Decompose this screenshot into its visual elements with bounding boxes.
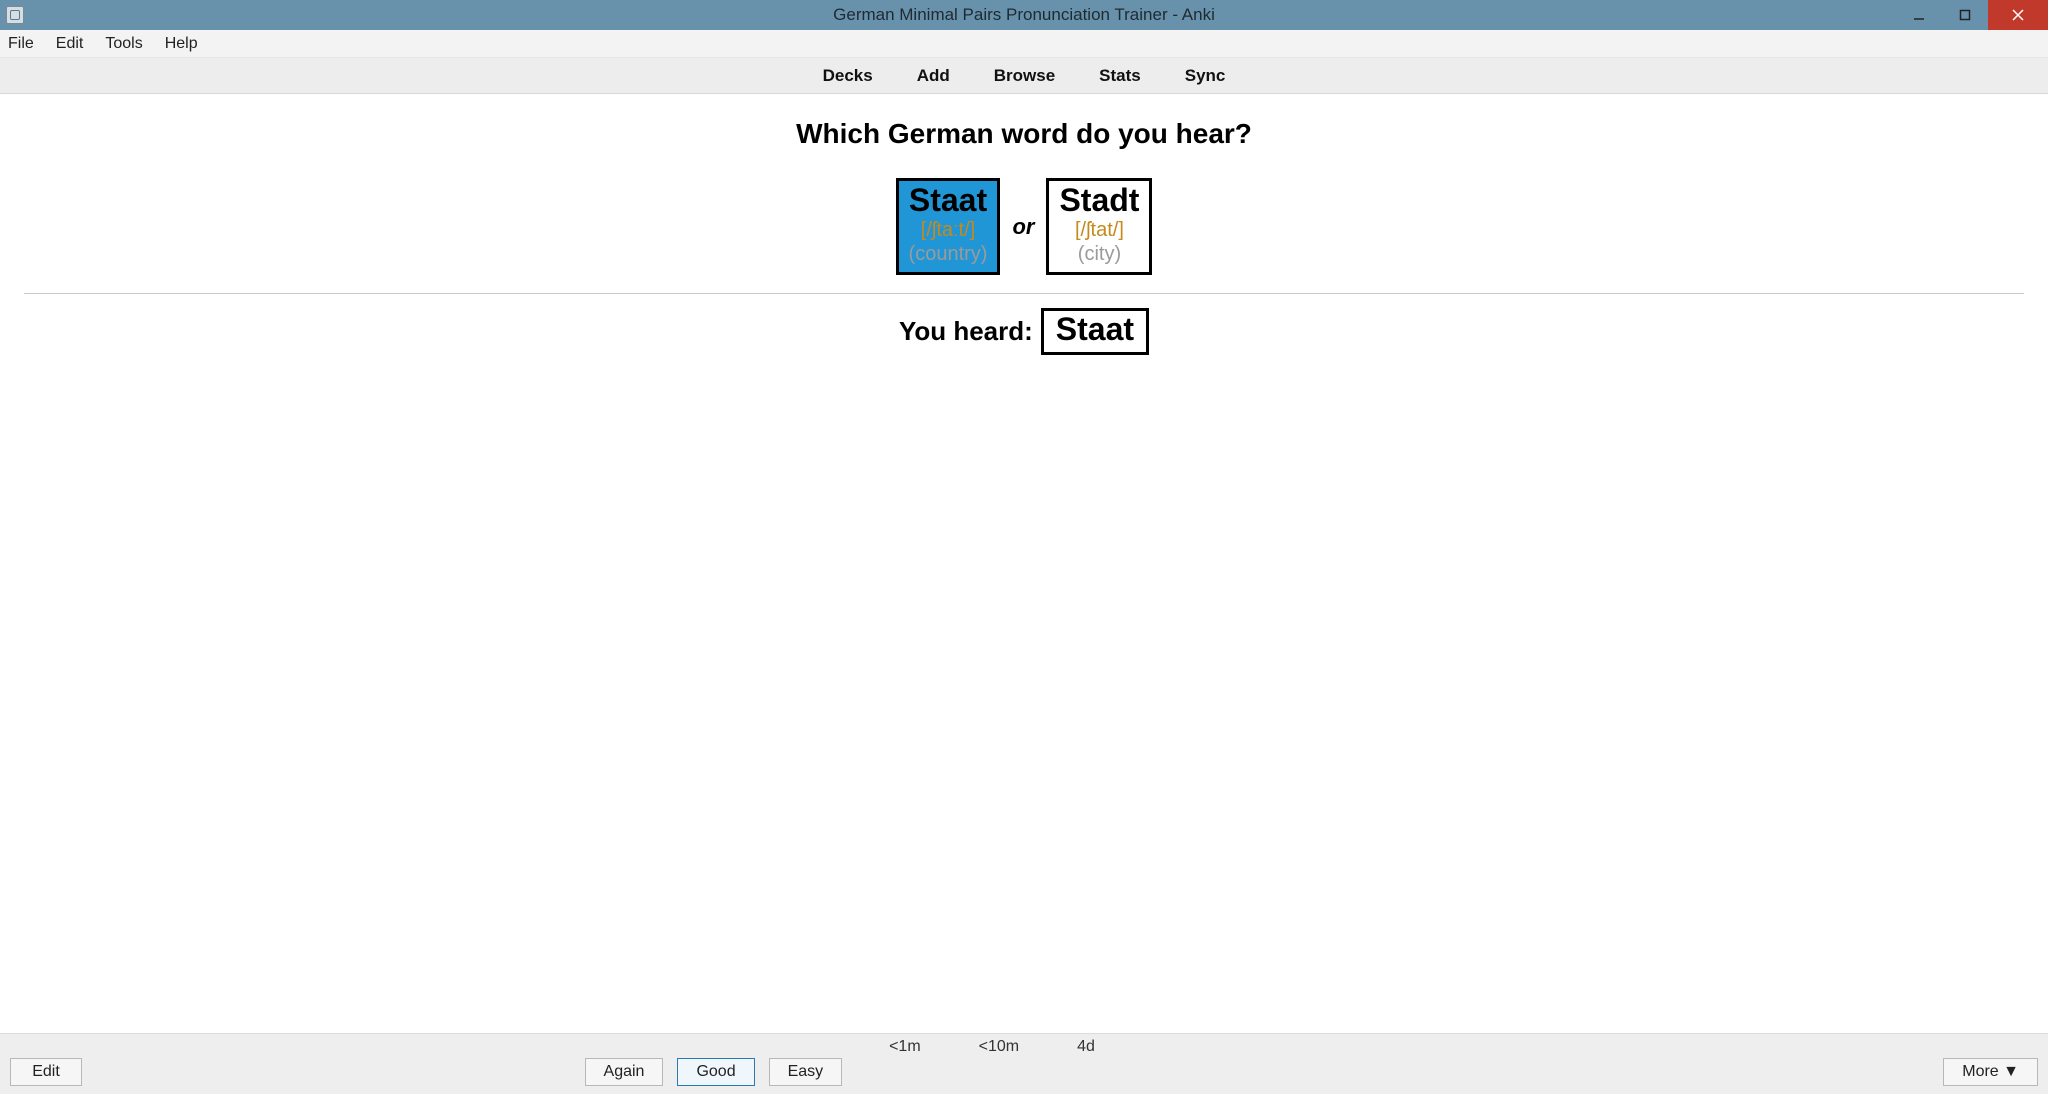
option-2-word: Stadt bbox=[1059, 183, 1139, 218]
answer-label: You heard: bbox=[899, 316, 1033, 347]
more-button[interactable]: More ▼ bbox=[1943, 1058, 2038, 1086]
option-1-translation: (country) bbox=[909, 242, 988, 266]
easy-button[interactable]: Easy bbox=[769, 1058, 843, 1086]
menubar: File Edit Tools Help bbox=[0, 30, 2048, 58]
again-button[interactable]: Again bbox=[585, 1058, 664, 1086]
interval-again: <1m bbox=[889, 1038, 921, 1056]
toolbar-decks[interactable]: Decks bbox=[823, 66, 873, 86]
toolbar: Decks Add Browse Stats Sync bbox=[0, 58, 2048, 94]
answer-buttons: Again Good Easy bbox=[585, 1058, 843, 1086]
edit-button[interactable]: Edit bbox=[10, 1058, 82, 1086]
options-row: Staat [/ʃtaːt/] (country) or Stadt [/ʃta… bbox=[0, 178, 2048, 275]
answer-box: Staat bbox=[1041, 308, 1149, 355]
option-1-word: Staat bbox=[909, 183, 988, 218]
option-card-2[interactable]: Stadt [/ʃtat/] (city) bbox=[1046, 178, 1152, 275]
or-label: or bbox=[1012, 214, 1034, 240]
divider bbox=[24, 293, 2024, 294]
bottom-bar: <1m <10m 4d Edit Again Good Easy More ▼ bbox=[0, 1033, 2048, 1094]
option-2-ipa: [/ʃtat/] bbox=[1059, 218, 1139, 242]
good-button[interactable]: Good bbox=[677, 1058, 754, 1086]
toolbar-browse[interactable]: Browse bbox=[994, 66, 1055, 86]
toolbar-sync[interactable]: Sync bbox=[1185, 66, 1226, 86]
menu-edit[interactable]: Edit bbox=[56, 35, 84, 53]
interval-easy: 4d bbox=[1077, 1038, 1095, 1056]
answer-row: You heard: Staat bbox=[0, 308, 2048, 355]
menu-help[interactable]: Help bbox=[165, 35, 198, 53]
interval-row: <1m <10m 4d bbox=[0, 1038, 2006, 1056]
toolbar-stats[interactable]: Stats bbox=[1099, 66, 1141, 86]
menu-file[interactable]: File bbox=[8, 35, 34, 53]
bottom-row: Edit Again Good Easy More ▼ bbox=[10, 1058, 2038, 1086]
option-2-translation: (city) bbox=[1059, 242, 1139, 266]
menu-tools[interactable]: Tools bbox=[105, 35, 142, 53]
question-heading: Which German word do you hear? bbox=[0, 118, 2048, 150]
window-title: German Minimal Pairs Pronunciation Train… bbox=[0, 5, 2048, 25]
interval-good: <10m bbox=[979, 1038, 1019, 1056]
card-content: Which German word do you hear? Staat [/ʃ… bbox=[0, 94, 2048, 1033]
toolbar-add[interactable]: Add bbox=[917, 66, 950, 86]
option-1-ipa: [/ʃtaːt/] bbox=[909, 218, 988, 242]
titlebar: German Minimal Pairs Pronunciation Train… bbox=[0, 0, 2048, 30]
option-card-1[interactable]: Staat [/ʃtaːt/] (country) bbox=[896, 178, 1001, 275]
